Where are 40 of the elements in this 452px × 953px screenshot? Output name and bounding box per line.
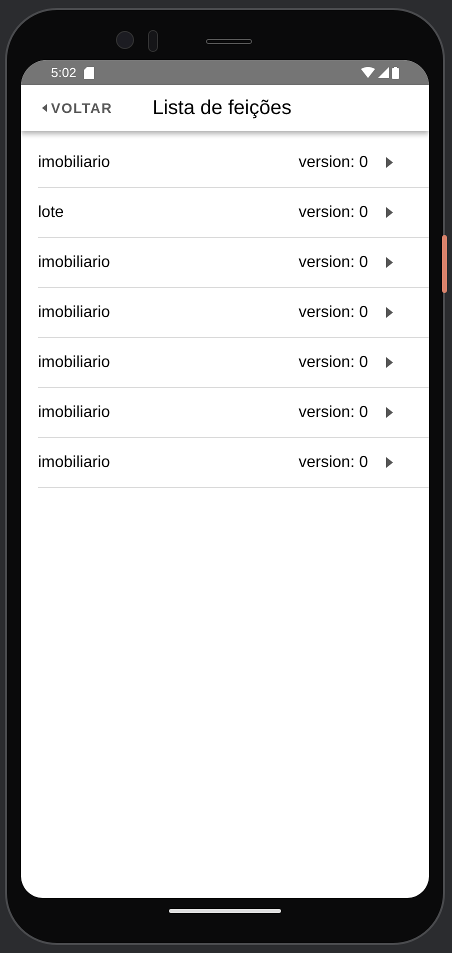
status-time: 5:02	[51, 64, 76, 82]
list-item[interactable]: imobiliario version: 0	[38, 238, 429, 288]
chevron-icon	[386, 457, 393, 468]
item-version: version: 0	[298, 252, 368, 272]
sd-card-icon	[84, 66, 94, 78]
item-name: imobiliario	[38, 352, 112, 372]
side-button[interactable]	[442, 235, 447, 293]
list-item[interactable]: imobiliario version: 0	[38, 288, 429, 338]
item-name: imobiliario	[38, 402, 112, 422]
chevron-icon	[386, 357, 393, 368]
page-title: Lista de feições	[152, 96, 292, 121]
item-version: version: 0	[298, 402, 368, 422]
chevron-icon	[386, 157, 393, 168]
list-item[interactable]: imobiliario version: 0	[38, 338, 429, 388]
item-name: imobiliario	[38, 302, 112, 322]
sensor-icon	[148, 30, 158, 52]
item-version: version: 0	[298, 202, 368, 222]
caret-icon	[42, 104, 47, 112]
speaker-drawing	[206, 39, 252, 44]
item-name: imobiliario	[38, 152, 112, 172]
item-name: lote	[38, 202, 65, 222]
item-version: version: 0	[298, 152, 368, 172]
list-item[interactable]: lote version: 0	[38, 188, 429, 238]
item-version: version: 0	[298, 452, 368, 472]
item-name: imobiliario	[38, 252, 112, 272]
chevron-icon	[386, 407, 393, 418]
camera-icon	[116, 31, 134, 49]
signal-icon	[378, 67, 389, 78]
list-item[interactable]: imobiliario version: 0	[38, 138, 429, 188]
chevron-icon	[386, 307, 393, 318]
item-name: imobiliario	[38, 452, 112, 472]
wifi-icon	[361, 67, 375, 78]
list-item[interactable]: imobiliario version: 0	[38, 388, 429, 438]
back-button[interactable]: VOLTAR	[42, 98, 112, 118]
chevron-icon	[386, 257, 393, 268]
battery-icon	[392, 66, 399, 78]
item-version: version: 0	[298, 302, 368, 322]
chevron-icon	[386, 207, 393, 218]
list-item[interactable]: imobiliario version: 0	[38, 438, 429, 488]
item-version: version: 0	[298, 352, 368, 372]
